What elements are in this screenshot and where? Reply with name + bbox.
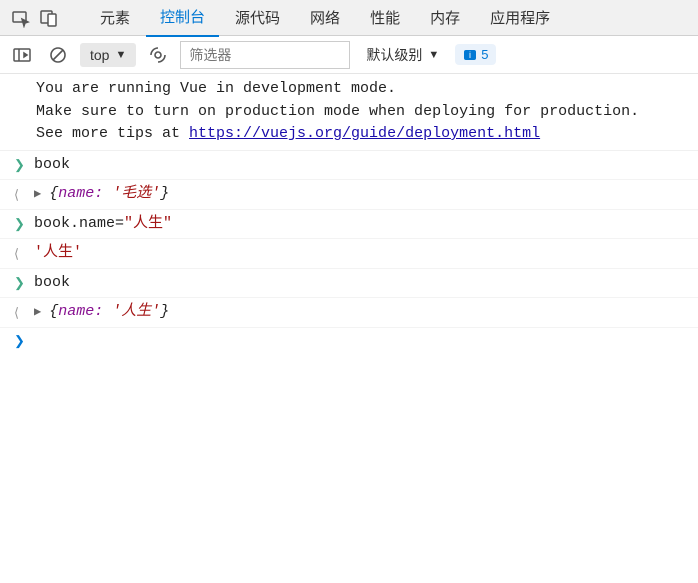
input-arrow-icon: ❯ (14, 155, 26, 175)
console-log-message: You are running Vue in development mode.… (0, 74, 698, 151)
result-string: '人生' (34, 242, 82, 265)
brace-close: } (160, 303, 169, 320)
tab-application[interactable]: 应用程序 (476, 0, 564, 36)
device-toolbar-icon[interactable] (36, 5, 62, 31)
prompt-arrow-icon: ❯ (14, 331, 26, 351)
object-value: '人生' (112, 303, 160, 320)
inspect-element-icon[interactable] (8, 5, 34, 31)
console-input-row: ❯ book (0, 151, 698, 181)
brace-open: { (49, 303, 58, 320)
clear-console-icon[interactable] (44, 41, 72, 69)
tab-console[interactable]: 控制台 (146, 0, 219, 37)
console-input-row: ❯ book.name="人生" (0, 210, 698, 240)
cmd-lhs: book.name= (34, 215, 124, 232)
log-line: You are running Vue in development mode. (36, 78, 688, 101)
chevron-down-icon: ▼ (115, 49, 126, 61)
svg-text:i: i (469, 50, 471, 60)
log-line: See more tips at https://vuejs.org/guide… (36, 123, 688, 146)
input-arrow-icon: ❯ (14, 273, 26, 293)
log-level-select[interactable]: 默认级别 ▼ (358, 41, 447, 69)
issues-badge[interactable]: i 5 (455, 44, 496, 65)
tab-sources[interactable]: 源代码 (221, 0, 294, 36)
console-input-row: ❯ book (0, 269, 698, 299)
brace-close: } (160, 185, 169, 202)
log-text: See more tips at (36, 125, 189, 142)
output-arrow-icon: ⟨ (14, 303, 26, 323)
log-line: Make sure to turn on production mode whe… (36, 101, 688, 124)
filter-input[interactable] (180, 41, 350, 69)
input-arrow-icon: ❯ (14, 214, 26, 234)
object-preview[interactable]: {name: '毛选'} (49, 183, 169, 206)
context-label: top (90, 47, 109, 63)
devtools-tabs-bar: 元素 控制台 源代码 网络 性能 内存 应用程序 (0, 0, 698, 36)
output-arrow-icon: ⟨ (14, 185, 26, 205)
console-output: You are running Vue in development mode.… (0, 74, 698, 353)
console-result-row: ⟨ ▶ {name: '人生'} (0, 298, 698, 328)
tab-memory[interactable]: 内存 (416, 0, 474, 36)
brace-open: { (49, 185, 58, 202)
deployment-link[interactable]: https://vuejs.org/guide/deployment.html (189, 125, 540, 142)
chevron-down-icon: ▼ (428, 49, 439, 61)
output-arrow-icon: ⟨ (14, 244, 26, 264)
issue-info-icon: i (463, 48, 477, 62)
object-key: name: (58, 185, 103, 202)
toggle-sidebar-icon[interactable] (8, 41, 36, 69)
console-toolbar: top ▼ 默认级别 ▼ i 5 (0, 36, 698, 74)
object-preview[interactable]: {name: '人生'} (49, 301, 169, 324)
tab-network[interactable]: 网络 (296, 0, 354, 36)
console-prompt-row[interactable]: ❯ (0, 328, 698, 354)
object-value: '毛选' (112, 185, 160, 202)
level-label: 默认级别 (366, 45, 422, 65)
command-text: book.name="人生" (34, 213, 172, 236)
execution-context-select[interactable]: top ▼ (80, 43, 136, 67)
cmd-rhs: "人生" (124, 215, 172, 232)
command-text: book (34, 272, 70, 295)
expand-object-icon[interactable]: ▶ (34, 303, 41, 321)
console-result-row: ⟨ ▶ {name: '毛选'} (0, 180, 698, 210)
command-text: book (34, 154, 70, 177)
tab-performance[interactable]: 性能 (356, 0, 414, 36)
live-expression-icon[interactable] (144, 41, 172, 69)
tab-elements[interactable]: 元素 (86, 0, 144, 36)
object-key: name: (58, 303, 103, 320)
console-result-row: ⟨ '人生' (0, 239, 698, 269)
issue-count: 5 (481, 47, 488, 62)
expand-object-icon[interactable]: ▶ (34, 185, 41, 203)
